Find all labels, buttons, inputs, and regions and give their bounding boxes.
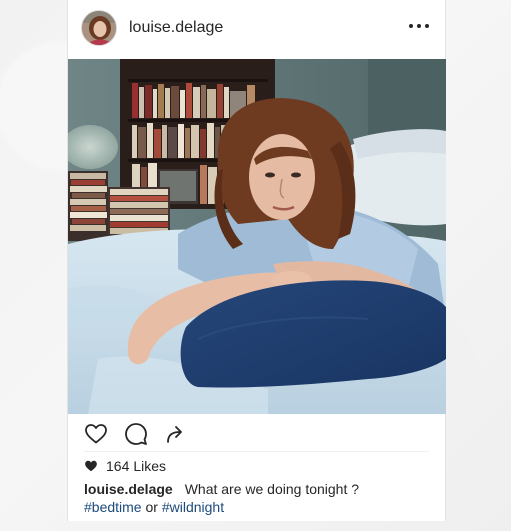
more-horizontal-icon <box>409 24 413 28</box>
hashtag-link[interactable]: #wildnight <box>162 499 224 515</box>
post-username[interactable]: louise.delage <box>129 19 223 37</box>
caption-text: What are we doing tonight ? <box>184 481 360 497</box>
comment-icon <box>125 423 147 445</box>
avatar-image <box>82 11 116 45</box>
heart-outline-icon <box>85 424 107 444</box>
likes-row[interactable]: 164 Likes <box>84 457 166 475</box>
likes-count: 164 <box>106 458 130 474</box>
likes-label: Likes <box>133 458 167 474</box>
share-button[interactable] <box>164 422 188 446</box>
more-horizontal-icon <box>425 24 429 28</box>
heart-filled-icon <box>85 460 97 472</box>
divider <box>84 451 429 452</box>
post-caption: louise.delage What are we doing tonight ?… <box>84 480 434 516</box>
more-options-button[interactable] <box>409 18 429 34</box>
post-actions-bar <box>68 414 445 454</box>
post-photo-image <box>68 59 446 414</box>
post-header: louise.delage <box>68 0 445 58</box>
comment-button[interactable] <box>124 422 148 446</box>
hashtags-line: #bedtime or #wildnight <box>84 498 434 516</box>
caption-username[interactable]: louise.delage <box>84 481 173 497</box>
hashtag-link[interactable]: #bedtime <box>84 499 142 515</box>
share-arrow-icon <box>167 426 182 443</box>
post-photo[interactable] <box>68 59 446 414</box>
hashtag-joiner: or <box>145 499 158 515</box>
avatar[interactable] <box>81 10 117 46</box>
like-button[interactable] <box>84 422 108 446</box>
post-card: louise.delage 164 Likes louise.delage Wh… <box>67 0 446 521</box>
more-horizontal-icon <box>417 24 421 28</box>
